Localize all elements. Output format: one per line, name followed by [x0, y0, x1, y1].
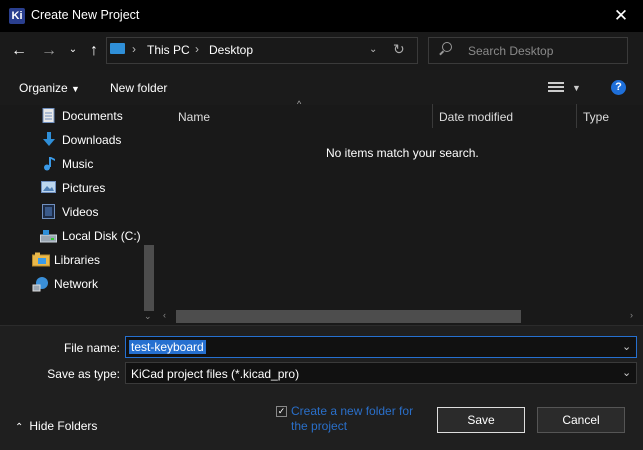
save-button[interactable]: Save: [437, 407, 525, 433]
help-icon[interactable]: ?: [611, 80, 626, 95]
sidebar-item-documents[interactable]: Documents: [62, 109, 123, 123]
scroll-left-icon[interactable]: ‹: [163, 310, 166, 320]
sidebar-item-network[interactable]: Network: [54, 277, 98, 291]
breadcrumb-this-pc[interactable]: This PC: [147, 43, 190, 57]
videos-icon: [42, 204, 55, 219]
column-divider[interactable]: [432, 104, 433, 128]
column-header-type[interactable]: Type: [583, 110, 609, 124]
libraries-icon: [32, 252, 50, 267]
music-icon: [44, 157, 55, 171]
horizontal-scroll-thumb[interactable]: [176, 310, 521, 323]
create-folder-option-label[interactable]: Create a new folder for the project: [291, 404, 421, 434]
file-list: [157, 105, 643, 325]
sidebar-scroll-thumb[interactable]: [144, 245, 154, 311]
cancel-button[interactable]: Cancel: [537, 407, 625, 433]
sidebar-item-local-disk[interactable]: Local Disk (C:): [62, 229, 141, 243]
breadcrumb-desktop[interactable]: Desktop: [209, 43, 253, 57]
sidebar-item-pictures[interactable]: Pictures: [62, 181, 105, 195]
kicad-app-icon: Ki: [9, 8, 25, 24]
column-header-date-modified[interactable]: Date modified: [439, 110, 513, 124]
file-name-value: test-keyboard: [129, 340, 206, 354]
hide-folders-label: Hide Folders: [29, 419, 98, 433]
chevron-right-icon: ›: [195, 42, 199, 56]
pictures-icon: [41, 181, 56, 193]
up-arrow-icon[interactable]: ↑: [85, 41, 103, 61]
hide-folders-button[interactable]: ⌃ Hide Folders: [15, 419, 97, 433]
this-pc-icon: [110, 43, 125, 54]
sidebar-item-downloads[interactable]: Downloads: [62, 133, 121, 147]
view-dropdown-arrow-icon[interactable]: ▼: [572, 83, 581, 93]
empty-list-message: No items match your search.: [326, 146, 479, 160]
organize-button[interactable]: Organize ▼: [19, 81, 80, 95]
column-divider[interactable]: [576, 104, 577, 128]
forward-arrow-icon[interactable]: →: [40, 41, 58, 61]
save-as-type-label: Save as type:: [47, 367, 120, 381]
sidebar-item-music[interactable]: Music: [62, 157, 93, 171]
new-folder-button[interactable]: New folder: [110, 81, 167, 95]
chevron-up-icon: ⌃: [15, 422, 24, 433]
save-as-type-value: KiCad project files (*.kicad_pro): [131, 367, 300, 381]
scroll-right-icon[interactable]: ›: [630, 310, 633, 320]
view-options-icon[interactable]: [548, 82, 564, 94]
save-as-type-chevron-icon[interactable]: ⌄: [622, 366, 631, 379]
column-header-name[interactable]: Name: [178, 110, 210, 124]
file-name-label: File name:: [63, 341, 120, 355]
address-history-chevron-icon[interactable]: ⌄: [369, 44, 377, 55]
scroll-down-icon[interactable]: ⌄: [144, 311, 152, 322]
chevron-right-icon: ›: [132, 42, 136, 56]
window-title: Create New Project: [31, 8, 140, 22]
back-arrow-icon[interactable]: ←: [10, 41, 28, 61]
network-icon: [32, 277, 48, 292]
sidebar-item-libraries[interactable]: Libraries: [54, 253, 100, 267]
sort-ascending-icon: ^: [297, 99, 302, 109]
recent-locations-chevron-icon[interactable]: ⌄: [66, 40, 80, 60]
create-folder-checkbox[interactable]: ✓: [276, 406, 287, 417]
downloads-icon: [43, 132, 55, 146]
toolbar: [0, 70, 643, 105]
close-icon[interactable]: ✕: [608, 5, 634, 27]
file-name-selected-text: test-keyboard: [129, 340, 206, 354]
dropdown-arrow-icon: ▼: [71, 84, 80, 94]
file-name-dropdown-chevron-icon[interactable]: ⌄: [622, 340, 631, 353]
documents-icon: [42, 108, 55, 123]
refresh-icon[interactable]: ↻: [393, 41, 405, 58]
search-placeholder: Search Desktop: [468, 44, 554, 58]
disk-icon: [40, 230, 57, 243]
sidebar-item-videos[interactable]: Videos: [62, 205, 98, 219]
organize-label: Organize: [19, 81, 68, 95]
